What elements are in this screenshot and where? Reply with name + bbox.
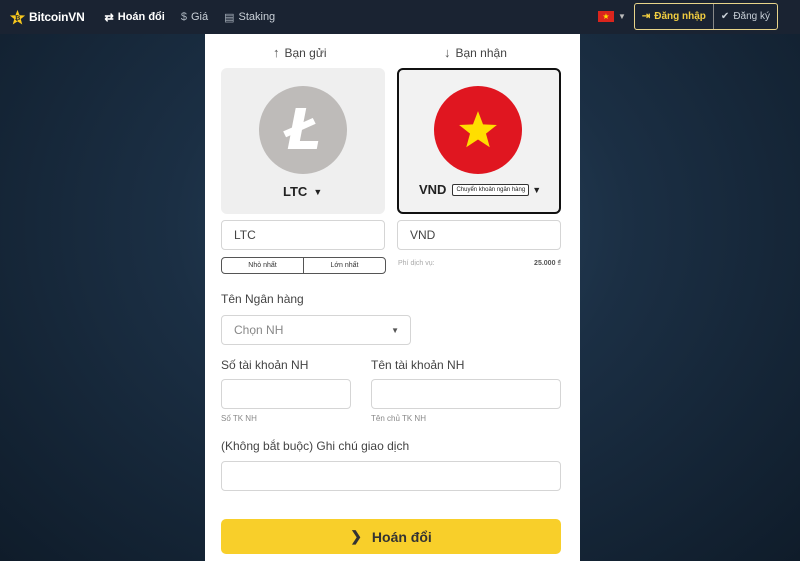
vietnam-flag-icon [434,86,522,174]
send-amount-input[interactable]: LTC [221,220,385,250]
receive-currency-label: VND [419,182,447,197]
logo[interactable]: ₿ BitcoinVN [9,9,85,26]
bank-name-label: Tên Ngân hàng [221,292,304,306]
fee-value: 25.000 ₫ [534,260,561,267]
star-icon [459,111,497,148]
receive-currency-dropdown[interactable]: VND Chuyển khoản ngân hàng ▼ [419,182,541,197]
min-max-group: Nhỏ nhất Lớn nhất [221,257,386,274]
caret-down-icon: ▼ [532,184,542,195]
nav-price[interactable]: $ Giá [181,11,208,23]
send-currency-dropdown[interactable]: LTC ▼ [283,184,322,199]
send-currency-selector[interactable]: Ł LTC ▼ [221,68,385,214]
send-heading: ↑ Bạn gửi [273,45,327,60]
caret-down-icon: ▼ [313,186,323,197]
bank-select-placeholder: Chọn NH [234,323,284,337]
logo-text: BitcoinVN [29,10,85,24]
auth-group: ⇥ Đăng nhập ✔ Đăng ký [633,3,778,30]
swap-icon: ⇄ [104,11,114,24]
login-button[interactable]: ⇥ Đăng nhập [635,4,714,29]
fee-label: Phí dịch vụ: [398,260,435,267]
account-number-input[interactable] [221,379,351,409]
send-currency-label: LTC [283,184,308,199]
account-number-label: Số tài khoản NH [221,358,309,372]
login-label: Đăng nhập [654,11,706,22]
arrow-down-icon: ↓ [444,45,451,60]
note-label: (Không bắt buộc) Ghi chú giao dịch [221,439,410,453]
account-number-hint: Số TK NH [221,414,257,423]
swap-submit-label: Hoán đổi [371,528,432,545]
receive-amount-input[interactable]: VND [397,220,561,250]
register-label: Đăng ký [733,11,770,22]
min-button[interactable]: Nhỏ nhất [222,258,304,273]
star-logo-icon: ₿ [9,9,26,24]
nav-staking-label: Staking [238,11,276,23]
language-caret-icon[interactable]: ▼ [618,12,626,21]
receive-heading: ↓ Bạn nhận [444,45,507,60]
send-heading-label: Bạn gửi [284,45,327,60]
swap-card: ↑ Bạn gửi ↓ Bạn nhận Ł LTC ▼ VND Chuyển … [205,34,580,561]
arrow-up-icon: ↑ [273,45,280,60]
login-icon: ⇥ [641,11,651,22]
caret-down-icon: ▼ [391,325,399,335]
note-input[interactable] [221,461,561,491]
dollar-icon: $ [180,11,187,23]
check-icon: ✔ [720,11,730,22]
bank-select[interactable]: Chọn NH ▼ [221,315,411,345]
register-button[interactable]: ✔ Đăng ký [714,4,777,29]
account-name-input[interactable] [371,379,561,409]
nav-swap-label: Hoán đổi [117,11,165,23]
receive-amount-placeholder: VND [410,228,436,242]
receive-currency-selector[interactable]: VND Chuyển khoản ngân hàng ▼ [397,68,561,214]
top-navbar: ₿ BitcoinVN ⇄ Hoán đổi $ Giá ▤ Staking ★… [0,0,800,34]
max-button[interactable]: Lớn nhất [304,258,385,273]
chevron-right-icon: ❯ [350,528,362,544]
litecoin-icon: Ł [259,86,347,174]
swap-submit-button[interactable]: ❯ Hoán đổi [221,519,561,554]
nav-price-label: Giá [190,11,209,23]
payment-method-tag[interactable]: Chuyển khoản ngân hàng [452,183,530,196]
receive-heading-label: Bạn nhận [455,45,507,60]
account-name-label: Tên tài khoản NH [371,358,465,372]
nav-swap[interactable]: ⇄ Hoán đổi [105,11,165,24]
account-name-hint: Tên chủ TK NH [371,414,426,423]
send-amount-placeholder: LTC [234,228,256,242]
svg-text:₿: ₿ [15,14,21,22]
language-flag-icon[interactable]: ★ [597,11,614,22]
nav-staking[interactable]: ▤ Staking [224,11,275,24]
stack-icon: ▤ [224,11,235,24]
